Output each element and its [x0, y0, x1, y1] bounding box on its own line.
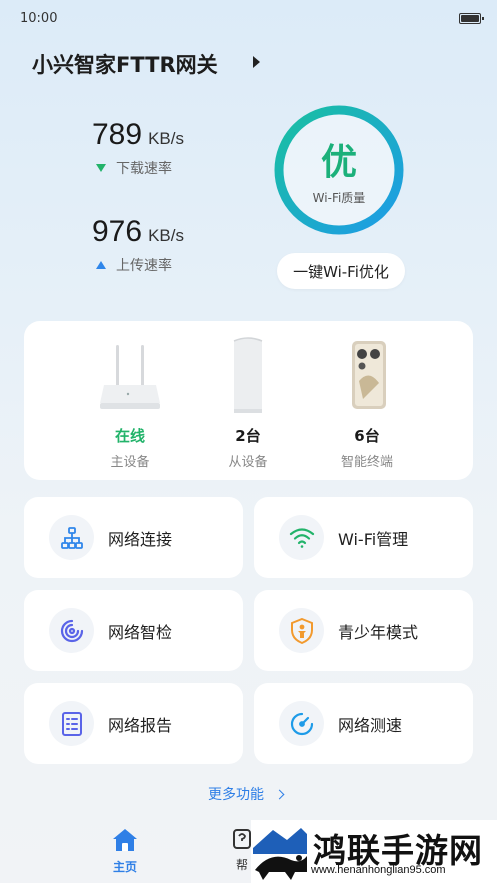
smart-terminal[interactable]: 6台 智能终端 [307, 321, 427, 480]
tile-network-report[interactable]: 网络报告 [24, 683, 243, 764]
main-device-status: 在线 [114, 427, 145, 445]
upload-speed-value: 976 [92, 215, 143, 248]
wifi-optimize-button[interactable]: 一键Wi-Fi优化 [277, 253, 405, 289]
main-device-name: 主设备 [110, 455, 150, 470]
report-document-icon [49, 701, 94, 746]
router-icon [100, 345, 160, 409]
watermark: 鸿联手游网 www.henanhonglian95.com [251, 820, 497, 883]
nav-home-label: 主页 [112, 860, 137, 874]
download-speed: 789 KB/s 下载速率 [92, 118, 184, 178]
chevron-right-icon [274, 789, 285, 799]
status-time: 10:00 [20, 11, 58, 26]
battery-icon [459, 13, 484, 24]
wifi-quality-ring[interactable]: 优 Wi-Fi质量 [272, 103, 406, 237]
devices-card: 在线 主设备 2台 从设备 6台 智能终端 [24, 321, 473, 480]
teen-mode-shield-icon [279, 608, 324, 653]
home-icon [113, 829, 137, 851]
tile-label: Wi-Fi管理 [338, 530, 409, 549]
watermark-url: www.henanhonglian95.com [311, 864, 446, 876]
smartphone-icon [352, 341, 386, 409]
wifi-icon [279, 515, 324, 560]
upload-speed: 976 KB/s 上传速率 [92, 215, 184, 275]
sub-device-name: 从设备 [228, 455, 268, 470]
tile-label: 网络报告 [108, 716, 173, 735]
more-features-link[interactable]: 更多功能 [208, 784, 285, 804]
main-device[interactable]: 在线 主设备 [70, 321, 190, 480]
device-title[interactable]: 小兴智家FTTR网关 [32, 49, 218, 79]
watermark-logo-icon [251, 820, 309, 883]
tile-label: 网络测速 [338, 716, 403, 735]
tile-network-connection[interactable]: 网络连接 [24, 497, 243, 578]
sub-device-status: 2台 [235, 427, 261, 445]
sub-device[interactable]: 2台 从设备 [188, 321, 308, 480]
sub-router-icon [233, 337, 263, 413]
tile-label: 网络连接 [108, 530, 173, 549]
more-features-label: 更多功能 [208, 787, 264, 803]
download-speed-value: 789 [92, 118, 143, 151]
upload-speed-label: 上传速率 [116, 258, 172, 274]
tile-label: 网络智检 [108, 623, 173, 642]
speedometer-icon [279, 701, 324, 746]
tile-wifi-management[interactable]: Wi-Fi管理 [254, 497, 473, 578]
tile-network-check[interactable]: 网络智检 [24, 590, 243, 671]
help-icon [233, 829, 251, 849]
upload-speed-unit: KB/s [148, 226, 184, 245]
smart-terminal-name: 智能终端 [340, 455, 393, 470]
nav-help-label: 帮 [235, 858, 248, 872]
network-check-icon [49, 608, 94, 653]
download-speed-unit: KB/s [148, 129, 184, 148]
tile-label: 青少年模式 [338, 623, 419, 642]
status-bar: 10:00 [0, 0, 497, 38]
nav-home[interactable]: 主页 [100, 828, 150, 875]
tile-speed-test[interactable]: 网络测速 [254, 683, 473, 764]
download-arrow-icon [96, 164, 106, 172]
download-speed-label: 下载速率 [116, 161, 172, 177]
wifi-quality-grade: 优 [320, 142, 357, 183]
upload-arrow-icon [96, 261, 106, 269]
wifi-quality-label: Wi-Fi质量 [312, 191, 366, 205]
tile-teen-mode[interactable]: 青少年模式 [254, 590, 473, 671]
smart-terminal-status: 6台 [354, 427, 380, 445]
network-topology-icon [49, 515, 94, 560]
nav-help[interactable]: 帮 [232, 828, 252, 873]
caret-right-icon[interactable] [253, 56, 260, 68]
